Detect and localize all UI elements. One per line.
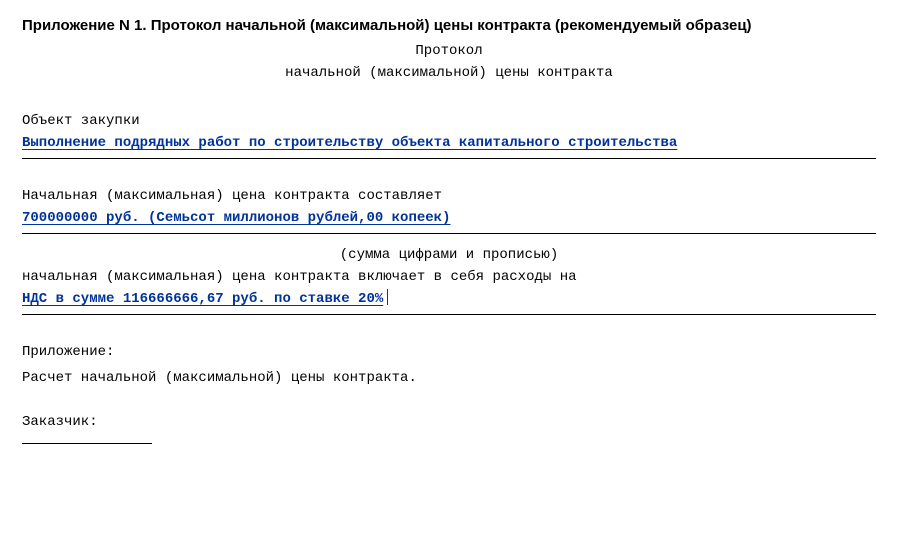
vat-value: НДС в сумме 116666666,67 руб. по ставке … — [22, 291, 383, 307]
customer-label: Заказчик: — [22, 411, 876, 433]
attachment-text: Расчет начальной (максимальной) цены кон… — [22, 367, 876, 389]
price-intro: Начальная (максимальная) цена контракта … — [22, 185, 876, 207]
object-label: Объект закупки — [22, 110, 876, 132]
object-value: Выполнение подрядных работ по строительс… — [22, 132, 876, 154]
title-line-2: начальной (максимальной) цены контракта — [22, 62, 876, 84]
document-heading: Приложение N 1. Протокол начальной (макс… — [22, 16, 876, 36]
text-cursor — [387, 289, 388, 305]
vat-line: НДС в сумме 116666666,67 руб. по ставке … — [22, 288, 876, 310]
includes-intro: начальная (максимальная) цена контракта … — [22, 266, 876, 288]
sum-hint: (сумма цифрами и прописью) — [22, 244, 876, 266]
title-line-1: Протокол — [22, 40, 876, 62]
attachment-label: Приложение: — [22, 341, 876, 363]
price-value: 700000000 руб. (Семьсот миллионов рублей… — [22, 207, 876, 229]
document-page: Приложение N 1. Протокол начальной (макс… — [0, 0, 898, 542]
signature-line — [22, 443, 152, 444]
